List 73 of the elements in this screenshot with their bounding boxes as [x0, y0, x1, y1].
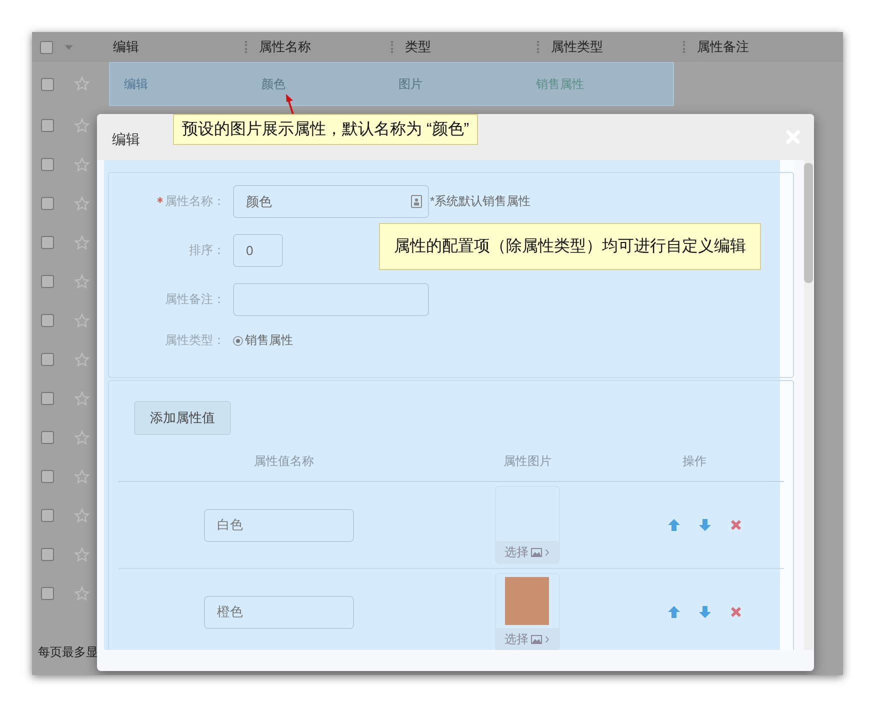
column-header: 属性值名称 [253, 453, 315, 470]
row-checkbox[interactable] [40, 119, 54, 132]
row-checkbox[interactable] [40, 78, 54, 90]
field-note: *系统默认销售属性 [430, 193, 531, 210]
choose-image-button[interactable]: 选择 [496, 541, 559, 563]
chevron-right-icon [545, 634, 550, 644]
move-up-icon[interactable] [666, 518, 680, 532]
value-name-field[interactable]: 橙色 [204, 596, 354, 628]
column-header: 属性名称 [259, 38, 312, 56]
delete-icon[interactable] [728, 605, 742, 619]
star-icon[interactable] [74, 468, 90, 484]
star-icon[interactable] [74, 156, 90, 172]
row-checkbox[interactable] [40, 236, 54, 249]
table-row[interactable]: 编辑 颜色 图片 销售属性 [109, 62, 674, 106]
star-icon[interactable] [74, 352, 90, 368]
image-icon [531, 634, 542, 644]
star-icon[interactable] [74, 508, 90, 524]
annotation-callout: 属性的配置项（除属性类型）均可进行自定义编辑 [379, 223, 761, 270]
input-field[interactable] [233, 283, 429, 316]
table-cell[interactable]: 编辑 [124, 76, 262, 92]
star-icon[interactable] [74, 546, 90, 562]
star-icon[interactable] [74, 274, 90, 290]
column-header: 属性类型 [551, 38, 604, 56]
add-value-button[interactable]: 添加属性值 [134, 401, 231, 435]
star-icon[interactable] [74, 196, 90, 212]
field-label: 排序： [189, 242, 225, 259]
field-label: 属性名称： [165, 193, 225, 210]
input-field[interactable]: 0 [233, 234, 283, 267]
column-header: 属性图片 [502, 453, 553, 470]
choose-image-button[interactable]: 选择 [496, 628, 559, 650]
star-icon[interactable] [74, 76, 90, 92]
contact-card-icon[interactable] [411, 195, 422, 208]
caret-icon[interactable] [65, 44, 74, 50]
row-checkbox[interactable] [40, 548, 54, 561]
radio-option[interactable]: 销售属性 [233, 332, 293, 349]
move-down-icon[interactable] [698, 518, 712, 532]
column-header: 属性备注 [697, 38, 749, 56]
star-icon[interactable] [74, 234, 90, 250]
star-icon[interactable] [74, 390, 90, 406]
chevron-right-icon [545, 548, 550, 556]
star-icon[interactable] [74, 312, 90, 328]
table-cell-text: 图片 [398, 76, 424, 92]
input-field[interactable]: 颜色 [233, 185, 429, 218]
column-header: 操作 [682, 453, 708, 470]
table-cell-text: 销售属性 [536, 76, 585, 92]
annotation-callout: 预设的图片展示属性，默认名称为 “颜色” [173, 114, 478, 145]
column-header: 编辑 [113, 38, 140, 56]
row-checkbox[interactable] [40, 470, 54, 483]
row-checkbox[interactable] [40, 158, 54, 171]
row-checkbox[interactable] [40, 587, 54, 600]
delete-icon[interactable] [728, 518, 742, 532]
row-checkbox[interactable] [40, 392, 54, 405]
page-size-text: 每页最多显 [38, 644, 98, 661]
star-icon[interactable] [74, 586, 90, 602]
value-name-field[interactable]: 白色 [204, 508, 354, 542]
row-checkbox[interactable] [40, 275, 54, 288]
star-icon[interactable] [74, 430, 90, 446]
row-checkbox[interactable] [40, 197, 54, 210]
table-cell-text: 颜色 [261, 76, 286, 92]
star-icon[interactable] [74, 118, 90, 134]
row-checkbox[interactable] [40, 431, 54, 444]
column-header: 类型 [405, 38, 432, 56]
row-checkbox[interactable] [40, 509, 54, 522]
select-all-checkbox[interactable] [40, 40, 54, 54]
dialog-title: 编辑 [112, 131, 140, 149]
move-up-icon[interactable] [666, 605, 680, 619]
row-checkbox[interactable] [40, 353, 54, 366]
field-label: 属性备注： [165, 291, 225, 308]
field-label: 属性类型： [165, 332, 225, 349]
image-icon [531, 548, 542, 556]
scrollbar[interactable] [804, 160, 813, 650]
move-down-icon[interactable] [698, 605, 712, 619]
row-checkbox[interactable] [40, 314, 54, 327]
